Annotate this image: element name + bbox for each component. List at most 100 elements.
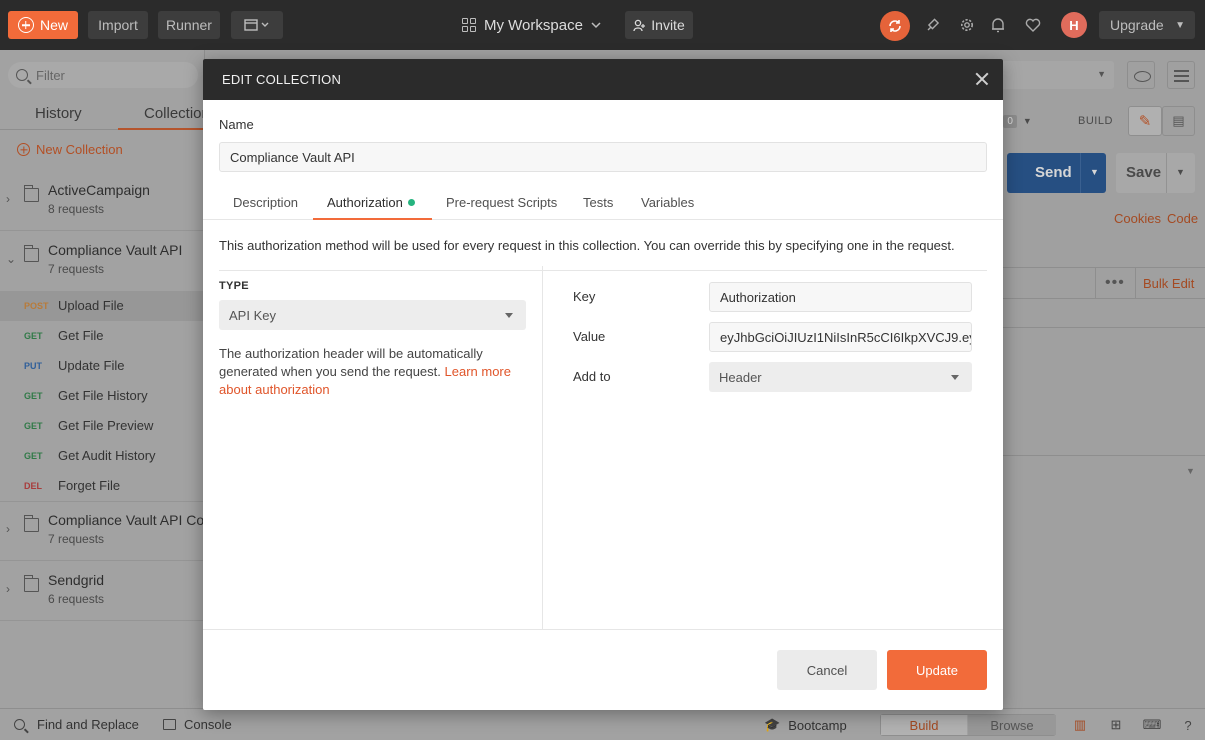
sidebar-tabs: History Collections — [0, 100, 217, 130]
console-label: Console — [184, 717, 232, 732]
add-to-select[interactable]: Header — [709, 362, 972, 392]
name-field[interactable] — [219, 142, 987, 172]
filter-input[interactable]: Filter — [8, 62, 198, 88]
grid-layout-icon[interactable]: ⊞ — [1108, 717, 1124, 733]
send-label: Send — [1035, 164, 1072, 181]
chevron-right-icon[interactable]: › — [6, 192, 10, 206]
divider — [1095, 268, 1096, 298]
add-to-value: Header — [719, 370, 762, 385]
invite-icon — [633, 19, 646, 31]
request-item[interactable]: GET Get File — [0, 321, 205, 351]
bootcamp-icon: 🎓 — [764, 717, 781, 732]
browse-mode-button[interactable]: Browse — [968, 715, 1056, 735]
sidebar: Filter History Collections New Collectio… — [0, 50, 219, 708]
bulk-edit-link[interactable]: Bulk Edit — [1143, 276, 1194, 291]
new-collection-button[interactable]: New Collection — [17, 142, 123, 157]
settings-icon[interactable] — [956, 14, 978, 36]
import-button[interactable]: Import — [88, 11, 148, 39]
runner-button[interactable]: Runner — [158, 11, 220, 39]
request-name: Upload File — [58, 298, 124, 313]
auth-type-value: API Key — [229, 308, 276, 323]
type-help-text: The authorization header will be automat… — [219, 346, 483, 379]
request-item[interactable]: GET Get File History — [0, 381, 205, 411]
cancel-button[interactable]: Cancel — [777, 650, 877, 690]
bell-icon[interactable] — [987, 14, 1009, 36]
chevron-down-icon[interactable]: ▼ — [1176, 167, 1185, 177]
chevron-down-icon: ▼ — [1175, 19, 1185, 31]
code-link[interactable]: Code — [1167, 211, 1198, 226]
bootcamp-button[interactable]: 🎓 Bootcamp — [764, 717, 847, 733]
collection-name: Sendgrid — [48, 572, 105, 588]
chevron-down-icon[interactable]: ▼ — [1090, 167, 1099, 177]
collection-item[interactable]: › Sendgrid 6 requests — [0, 561, 205, 621]
folder-icon — [24, 185, 39, 202]
sliders-icon[interactable] — [1167, 61, 1195, 89]
divider — [1002, 298, 1205, 299]
save-button[interactable]: Save ▼ — [1116, 153, 1195, 193]
satellite-icon[interactable] — [922, 14, 944, 36]
modal-header: EDIT COLLECTION — [203, 59, 1003, 100]
method-badge: DEL — [24, 481, 42, 491]
search-icon — [16, 69, 28, 81]
send-button[interactable]: Send ▼ — [1007, 153, 1106, 193]
update-button[interactable]: Update — [887, 650, 987, 690]
close-icon[interactable] — [973, 70, 991, 88]
avatar[interactable]: H — [1061, 12, 1087, 38]
save-label: Save — [1126, 164, 1162, 181]
more-options-icon[interactable]: ••• — [1105, 274, 1125, 292]
chevron-down-icon: ▼ — [1022, 116, 1032, 126]
request-item[interactable]: POST Upload File — [0, 291, 205, 321]
auth-description: This authorization method will be used f… — [219, 238, 955, 253]
workspace-grid-icon — [462, 18, 476, 32]
environment-select[interactable]: nt ▼ — [990, 61, 1114, 89]
invite-button[interactable]: Invite — [625, 11, 693, 39]
request-item[interactable]: PUT Update File — [0, 351, 205, 381]
upgrade-button[interactable]: Upgrade ▼ — [1099, 11, 1195, 39]
tab-pre-request-scripts[interactable]: Pre-request Scripts — [446, 195, 557, 210]
chevron-right-icon[interactable]: › — [6, 582, 10, 596]
new-label: New — [39, 17, 68, 33]
divider — [203, 629, 1003, 630]
divider — [1135, 268, 1136, 298]
find-replace-button[interactable]: Find and Replace — [14, 717, 139, 732]
request-name: Forget File — [58, 478, 121, 493]
help-icon[interactable]: ? — [1180, 717, 1196, 733]
collection-count: 7 requests — [48, 262, 105, 276]
new-button[interactable]: New — [8, 11, 78, 39]
collection-item[interactable]: › Compliance Vault API Copy 7 requests — [0, 501, 219, 561]
method-badge: POST — [24, 301, 49, 311]
plus-icon — [17, 17, 34, 33]
chevron-right-icon[interactable]: › — [6, 522, 10, 536]
build-mode-button[interactable]: Build — [881, 715, 967, 735]
pencil-icon[interactable]: ✎ — [1128, 106, 1162, 136]
comment-icon[interactable]: ▤ — [1162, 106, 1195, 136]
tab-variables[interactable]: Variables — [641, 195, 694, 210]
request-item[interactable]: GET Get File Preview — [0, 411, 205, 441]
collection-item[interactable]: ⌄ Compliance Vault API 7 requests — [0, 231, 205, 291]
chevron-down-icon[interactable]: ⌄ — [6, 252, 16, 266]
value-field[interactable] — [709, 322, 972, 352]
tab-tests[interactable]: Tests — [583, 195, 613, 210]
eye-icon[interactable] — [1127, 61, 1155, 89]
console-button[interactable]: Console — [163, 717, 232, 732]
request-item[interactable]: GET Get Audit History — [0, 441, 205, 471]
chevron-down-icon[interactable]: ▼ — [1186, 466, 1195, 476]
caret-down-icon — [505, 313, 513, 318]
key-field[interactable] — [709, 282, 972, 312]
two-pane-layout-icon[interactable]: ▥ — [1072, 717, 1088, 733]
collection-item[interactable]: › ActiveCampaign 8 requests — [0, 171, 205, 231]
auth-type-select[interactable]: API Key — [219, 300, 526, 330]
cookies-link[interactable]: Cookies — [1114, 211, 1161, 226]
workspace-switcher[interactable]: My Workspace — [462, 11, 601, 39]
value-label: Value — [573, 329, 606, 344]
keyboard-icon[interactable]: ⌨ — [1143, 717, 1162, 733]
heart-icon[interactable] — [1022, 14, 1044, 36]
status-dot-icon — [407, 199, 415, 206]
key-label: Key — [573, 289, 596, 304]
tab-authorization[interactable]: Authorization — [327, 195, 415, 210]
tab-description[interactable]: Description — [233, 195, 298, 210]
new-window-button[interactable] — [231, 11, 283, 39]
sync-icon[interactable] — [880, 11, 910, 41]
tab-history[interactable]: History — [35, 105, 82, 122]
request-item[interactable]: DEL Forget File — [0, 471, 205, 502]
